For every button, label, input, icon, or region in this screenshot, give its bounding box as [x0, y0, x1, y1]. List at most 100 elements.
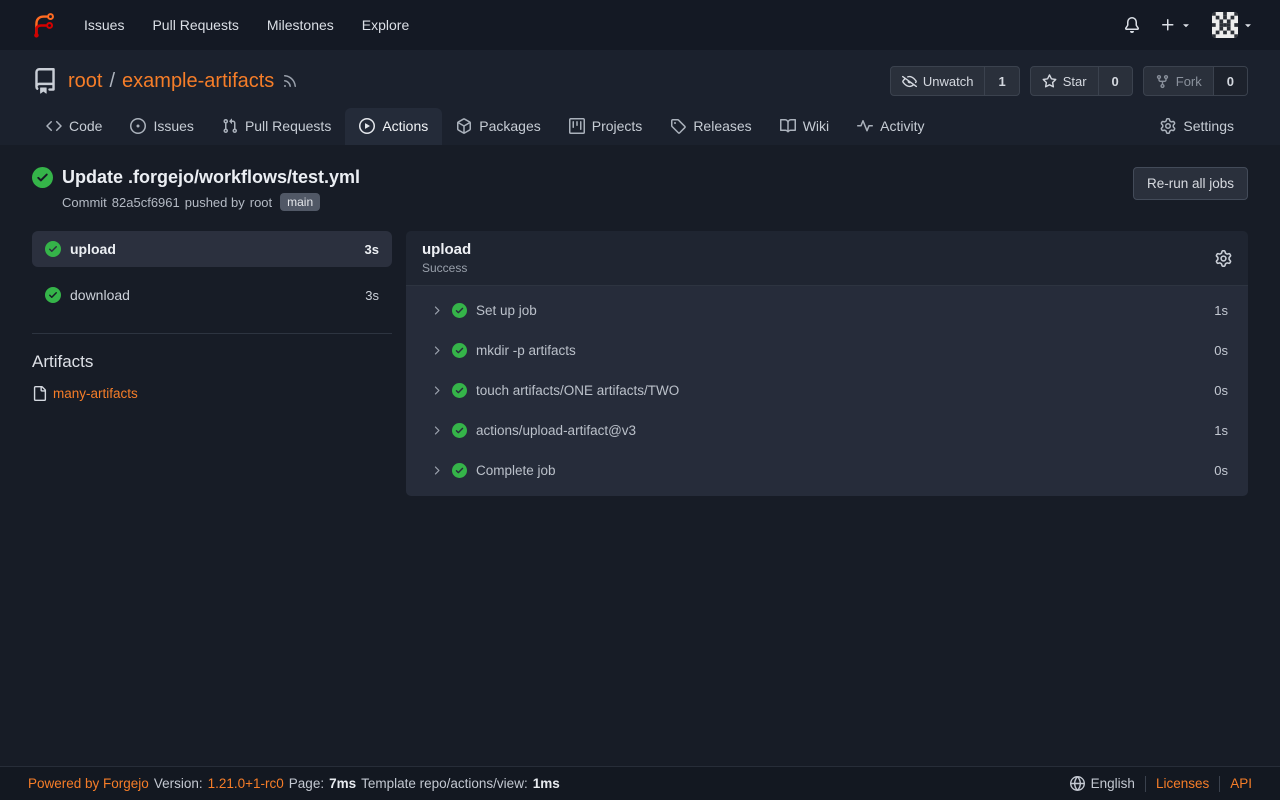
chevron-right-icon	[430, 464, 443, 477]
job-panel-header: upload Success	[406, 231, 1248, 286]
check-circle-icon	[452, 463, 467, 478]
nav-item-explore[interactable]: Explore	[348, 0, 423, 50]
run-title-block: Update .forgejo/workflows/test.yml Commi…	[32, 167, 360, 211]
tab-wiki[interactable]: Wiki	[766, 108, 843, 145]
rerun-all-jobs-button[interactable]: Re-run all jobs	[1133, 167, 1248, 200]
tab-packages[interactable]: Packages	[442, 108, 554, 145]
tab-settings[interactable]: Settings	[1146, 108, 1248, 145]
actions-run-view: Update .forgejo/workflows/test.yml Commi…	[0, 145, 1280, 766]
package-icon	[456, 118, 472, 134]
check-circle-icon	[452, 383, 467, 398]
chevron-right-icon	[430, 424, 443, 437]
repo-title-row: root / example-artifacts Unwatch 1 Star …	[32, 66, 1248, 96]
tab-pull-requests-label: Pull Requests	[245, 118, 331, 134]
navbar-right	[1114, 0, 1264, 50]
version-link[interactable]: 1.21.0+1-rc0	[208, 776, 284, 791]
caret-down-icon	[1242, 19, 1254, 31]
api-link[interactable]: API	[1230, 776, 1252, 791]
pulse-icon	[857, 118, 873, 134]
unwatch-button[interactable]: Unwatch	[891, 67, 985, 95]
step-row-upload-artifact[interactable]: actions/upload-artifact@v3 1s	[406, 410, 1248, 450]
template-time-label: Template repo/actions/view:	[361, 776, 528, 791]
step-duration: 1s	[1214, 423, 1228, 438]
tab-packages-label: Packages	[479, 118, 540, 134]
tab-projects-label: Projects	[592, 118, 643, 134]
job-item-upload[interactable]: upload 3s	[32, 231, 392, 267]
step-duration: 0s	[1214, 343, 1228, 358]
stars-count[interactable]: 0	[1098, 67, 1132, 95]
forgejo-logo-icon	[28, 10, 58, 40]
forgejo-logo[interactable]	[16, 0, 70, 50]
tab-settings-label: Settings	[1183, 118, 1234, 134]
notifications-button[interactable]	[1114, 17, 1150, 33]
check-circle-icon	[452, 303, 467, 318]
watchers-count[interactable]: 1	[984, 67, 1018, 95]
sidebar-divider	[32, 333, 392, 334]
tab-issues[interactable]: Issues	[116, 108, 207, 145]
page-time-value: 7ms	[329, 776, 356, 791]
step-name: Complete job	[476, 463, 556, 478]
job-detail-panel: upload Success Set up job 1s mkdir -p	[406, 231, 1248, 496]
language-selector[interactable]: English	[1070, 776, 1135, 791]
check-circle-icon	[45, 287, 61, 303]
rss-icon[interactable]	[282, 73, 298, 89]
globe-icon	[1070, 776, 1085, 791]
tab-pull-requests[interactable]: Pull Requests	[208, 108, 345, 145]
page-time-label: Page:	[289, 776, 324, 791]
issue-opened-icon	[130, 118, 146, 134]
artifact-name: many-artifacts	[53, 386, 138, 401]
tab-projects[interactable]: Projects	[555, 108, 657, 145]
version-label: Version:	[154, 776, 203, 791]
nav-item-milestones[interactable]: Milestones	[253, 0, 348, 50]
tab-activity[interactable]: Activity	[843, 108, 938, 145]
job-panel-title-block: upload Success	[422, 241, 471, 275]
eye-closed-icon	[902, 74, 917, 89]
tab-releases-label: Releases	[693, 118, 751, 134]
tab-issues-label: Issues	[153, 118, 193, 134]
forks-count[interactable]: 0	[1213, 67, 1247, 95]
run-columns: upload 3s download 3s Artifacts many-art…	[32, 231, 1248, 496]
tab-actions[interactable]: Actions	[345, 108, 442, 145]
tab-releases[interactable]: Releases	[656, 108, 765, 145]
run-header: Update .forgejo/workflows/test.yml Commi…	[32, 167, 1248, 211]
run-title: Update .forgejo/workflows/test.yml	[62, 167, 360, 188]
footer-links: English Licenses API	[1070, 776, 1252, 792]
licenses-link[interactable]: Licenses	[1156, 776, 1209, 791]
check-circle-icon	[45, 241, 61, 257]
commit-sha-link[interactable]: 82a5cf6961	[112, 195, 180, 210]
job-panel-title: upload	[422, 241, 471, 258]
tag-icon	[670, 118, 686, 134]
repo-owner-link[interactable]: root	[68, 70, 102, 93]
star-button[interactable]: Star	[1031, 67, 1098, 95]
job-status: Success	[422, 261, 471, 275]
job-duration: 3s	[365, 242, 379, 257]
job-options-button[interactable]	[1215, 249, 1232, 267]
artifact-link-many-artifacts[interactable]: many-artifacts	[32, 386, 392, 401]
repo-name-link[interactable]: example-artifacts	[122, 70, 274, 93]
step-row-set-up-job[interactable]: Set up job 1s	[406, 290, 1248, 330]
job-item-download[interactable]: download 3s	[32, 277, 392, 313]
create-new-dropdown[interactable]	[1150, 17, 1202, 33]
fork-button-group: Fork 0	[1143, 66, 1248, 96]
step-row-touch-artifacts[interactable]: touch artifacts/ONE artifacts/TWO 0s	[406, 370, 1248, 410]
powered-by-forgejo-link[interactable]: Powered by Forgejo	[28, 776, 149, 791]
step-duration: 0s	[1214, 383, 1228, 398]
top-navbar: Issues Pull Requests Milestones Explore	[0, 0, 1280, 50]
step-row-complete-job[interactable]: Complete job 0s	[406, 450, 1248, 490]
star-label: Star	[1063, 74, 1087, 89]
star-icon	[1042, 74, 1057, 89]
caret-down-icon	[1180, 19, 1192, 31]
commit-author-link[interactable]: root	[250, 195, 272, 210]
tab-code[interactable]: Code	[32, 108, 116, 145]
run-title-row: Update .forgejo/workflows/test.yml	[32, 167, 360, 188]
language-label: English	[1091, 776, 1135, 791]
nav-item-pull-requests[interactable]: Pull Requests	[138, 0, 252, 50]
nav-item-issues[interactable]: Issues	[70, 0, 138, 50]
step-row-mkdir[interactable]: mkdir -p artifacts 0s	[406, 330, 1248, 370]
tab-actions-label: Actions	[382, 118, 428, 134]
page-footer: Powered by Forgejo Version: 1.21.0+1-rc0…	[0, 766, 1280, 800]
user-menu-dropdown[interactable]	[1202, 12, 1264, 38]
chevron-right-icon	[430, 384, 443, 397]
branch-badge[interactable]: main	[280, 193, 320, 211]
repo-action-buttons: Unwatch 1 Star 0 Fork 0	[890, 66, 1248, 96]
